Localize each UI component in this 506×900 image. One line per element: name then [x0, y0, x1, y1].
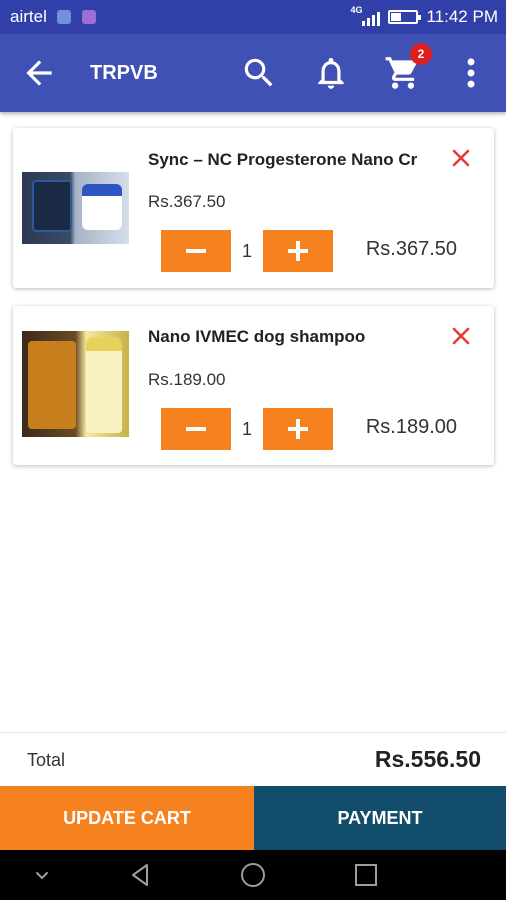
- carrier-label: airtel: [10, 7, 47, 26]
- minus-icon: [186, 427, 206, 431]
- more-vert-icon[interactable]: [452, 54, 490, 92]
- system-nav-bar: [0, 850, 506, 900]
- increase-quantity-button[interactable]: [263, 230, 333, 272]
- back-arrow-icon[interactable]: [20, 54, 58, 92]
- increase-quantity-button[interactable]: [263, 408, 333, 450]
- quantity-stepper: 1: [161, 230, 333, 272]
- app-bar: TRPVB 2: [0, 34, 506, 112]
- plus-icon: [288, 419, 308, 439]
- decrease-quantity-button[interactable]: [161, 230, 231, 272]
- media-notification-icon: [82, 10, 96, 24]
- minus-icon: [186, 249, 206, 253]
- payment-button[interactable]: PAYMENT: [254, 786, 506, 850]
- battery-level: [391, 13, 401, 21]
- home-nav-icon[interactable]: [239, 861, 267, 889]
- plus-icon: [288, 241, 308, 261]
- total-label: Total: [27, 750, 66, 770]
- quantity-stepper: 1: [161, 408, 333, 450]
- remove-item-icon[interactable]: [449, 146, 473, 170]
- page-title: TRPVB: [90, 62, 158, 84]
- status-bar: airtel 4G 11:42 PM: [0, 0, 506, 34]
- recents-nav-icon[interactable]: [352, 861, 380, 889]
- total-value: Rs.556.50: [374, 746, 481, 772]
- total-bar: Total Rs.556.50: [0, 732, 506, 786]
- update-cart-button[interactable]: UPDATE CART: [0, 786, 254, 850]
- cart-item-card: Nano IVMEC dog shampoo Rs.189.00 1 Rs.18…: [13, 306, 494, 465]
- product-price: Rs.189.00: [148, 370, 226, 389]
- product-image[interactable]: [22, 172, 129, 244]
- product-name[interactable]: Nano IVMEC dog shampoo: [148, 327, 438, 347]
- search-icon[interactable]: [240, 54, 278, 92]
- network-type-label: 4G: [350, 5, 363, 15]
- notification-icon: [57, 10, 71, 24]
- back-nav-icon[interactable]: [126, 861, 154, 889]
- hide-keyboard-icon[interactable]: [28, 861, 56, 889]
- decrease-quantity-button[interactable]: [161, 408, 231, 450]
- line-total: Rs.367.50: [365, 238, 457, 260]
- remove-item-icon[interactable]: [449, 324, 473, 348]
- cart-item-card: Sync – NC Progesterone Nano Cr Rs.367.50…: [13, 128, 494, 288]
- product-price: Rs.367.50: [148, 192, 226, 211]
- battery-icon: [388, 10, 422, 24]
- product-name[interactable]: Sync – NC Progesterone Nano Cr: [148, 150, 438, 170]
- signal-icon: 4G: [350, 5, 381, 27]
- quantity-value: 1: [241, 419, 252, 439]
- cart-count-badge: 2: [410, 43, 432, 65]
- clock: 11:42 PM: [426, 7, 498, 26]
- product-image[interactable]: [22, 331, 129, 437]
- line-total: Rs.189.00: [365, 416, 457, 438]
- bell-icon[interactable]: [312, 54, 350, 92]
- quantity-value: 1: [241, 241, 252, 261]
